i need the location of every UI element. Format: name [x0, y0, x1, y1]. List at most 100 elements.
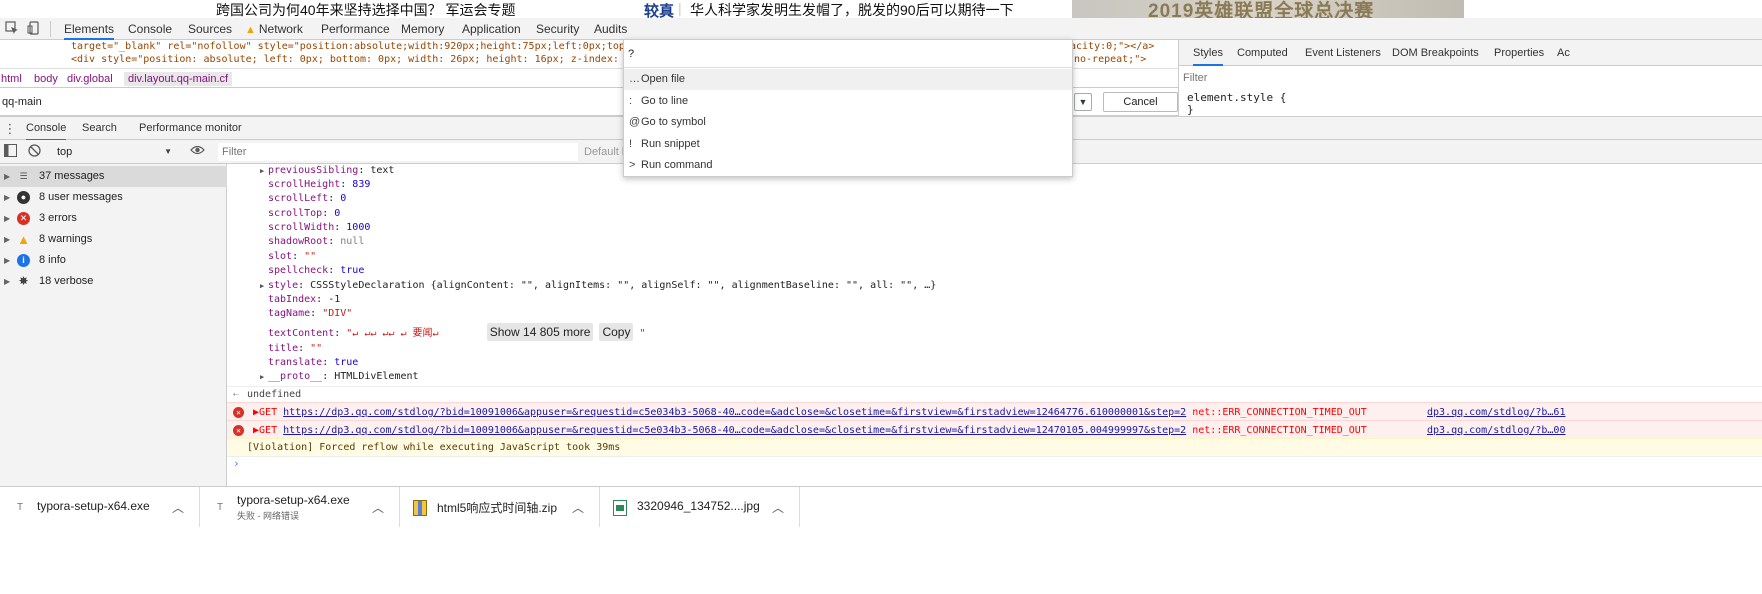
expand-arrow-icon: ▶	[4, 193, 11, 202]
warning-icon: ▲	[245, 24, 256, 36]
breadcrumb-html[interactable]: html	[1, 72, 22, 86]
styles-tabs: Styles Computed Event Listeners DOM Brea…	[1179, 40, 1762, 66]
error-url-link[interactable]: https://dp3.qq.com/stdlog/?bid=10091006&…	[283, 407, 1186, 418]
log-levels-dropdown[interactable]: Default l	[584, 143, 624, 161]
tab-sources[interactable]: Sources	[188, 18, 232, 40]
expand-arrow-icon: ▶	[4, 172, 11, 181]
sidebar-toggle-icon[interactable]	[2, 144, 18, 160]
search-input[interactable]	[0, 94, 650, 110]
tab-security[interactable]: Security	[536, 18, 579, 40]
sidebar-item-label: 3 errors	[39, 212, 77, 224]
sidebar-item-info[interactable]: ▶ i 8 info	[0, 250, 227, 271]
context-selector[interactable]: top ▼	[50, 143, 176, 161]
tab-accessibility[interactable]: Ac	[1557, 40, 1570, 66]
command-go-to-symbol[interactable]: @ Go to symbol	[624, 112, 1072, 133]
console-filter-input[interactable]	[218, 143, 578, 161]
tab-properties[interactable]: Properties	[1494, 40, 1544, 66]
sidebar-item-errors[interactable]: ▶ ✕ 3 errors	[0, 208, 227, 229]
chevron-up-icon[interactable]: ︿	[172, 499, 184, 516]
headline-link-1[interactable]: 跨国公司为何40年来坚持选择中国？ 军运会专题	[216, 0, 515, 18]
download-item[interactable]: T typora-setup-x64.exe ︿	[0, 487, 200, 528]
console-sidebar: ▶ ☰ 37 messages ▶ ● 8 user messages ▶ ✕ …	[0, 164, 227, 486]
error-status: net::ERR_CONNECTION_TIMED_OUT	[1192, 407, 1367, 418]
expand-arrow-icon: ▶	[260, 373, 265, 381]
tab-dom-breakpoints[interactable]: DOM Breakpoints	[1392, 40, 1479, 66]
console-prompt[interactable]: ›	[227, 456, 1762, 472]
element-style-rule[interactable]: element.style { }	[1187, 92, 1286, 116]
dom-line-1[interactable]: target="_blank" rel="nofollow" style="po…	[71, 40, 637, 54]
tab-computed[interactable]: Computed	[1237, 40, 1288, 66]
tab-network[interactable]: ▲ Network	[245, 18, 303, 40]
download-filename: 3320946_134752....jpg	[637, 499, 760, 513]
command-open-file[interactable]: … Open file	[624, 69, 1072, 90]
breadcrumb-div-main[interactable]: div.layout.qq-main.cf	[124, 72, 233, 86]
tab-memory[interactable]: Memory	[401, 18, 444, 40]
chevron-up-icon[interactable]: ︿	[772, 499, 784, 516]
prop-scroll-height: scrollHeight: 839	[268, 179, 371, 190]
console-error-row: ✕ ▶GET https://dp3.qq.com/stdlog/?bid=10…	[227, 402, 1762, 422]
error-icon: ✕	[233, 425, 244, 436]
command-prefix: @	[629, 116, 641, 128]
prop-tab-index: tabIndex: -1	[268, 294, 341, 305]
drawer-tab-console[interactable]: Console	[26, 117, 67, 141]
tab-elements[interactable]: Elements	[64, 18, 115, 40]
download-item[interactable]: html5响应式时间轴.zip ︿	[400, 487, 600, 528]
command-run-command[interactable]: > Run command	[624, 155, 1072, 176]
show-more-button[interactable]: Show 14 805 more	[486, 323, 594, 341]
prop-title: title: ""	[268, 343, 323, 354]
tab-audits[interactable]: Audits	[594, 18, 627, 40]
tab-application[interactable]: Application	[462, 18, 521, 40]
console-error-row: ✕ ▶GET https://dp3.qq.com/stdlog/?bid=10…	[227, 420, 1762, 440]
drawer-tab-search[interactable]: Search	[82, 117, 117, 141]
prop-proto[interactable]: ▶ __proto__: HTMLDivElement	[260, 370, 419, 384]
breadcrumb-div-global[interactable]: div.global	[67, 72, 113, 86]
command-label: Go to line	[641, 95, 689, 107]
styles-filter-input[interactable]	[1183, 70, 1743, 86]
sidebar-item-label: 18 verbose	[39, 275, 94, 287]
search-options-dropdown[interactable]: ▼	[1074, 93, 1092, 111]
clear-console-icon[interactable]	[26, 144, 42, 160]
tab-styles[interactable]: Styles	[1193, 40, 1223, 66]
command-run-snippet[interactable]: ! Run snippet	[624, 134, 1072, 155]
download-item[interactable]: 3320946_134752....jpg ︿	[600, 487, 800, 528]
eye-icon[interactable]	[189, 144, 205, 160]
sidebar-item-messages[interactable]: ▶ ☰ 37 messages	[0, 166, 227, 187]
sidebar-item-label: 8 info	[39, 254, 66, 266]
cancel-button[interactable]: Cancel	[1103, 92, 1178, 112]
inspect-element-icon[interactable]	[4, 21, 20, 37]
error-url-link[interactable]: https://dp3.qq.com/stdlog/?bid=10091006&…	[283, 425, 1186, 436]
prop-slot: slot: ""	[268, 251, 317, 262]
divider	[624, 67, 1072, 68]
tab-event-listeners[interactable]: Event Listeners	[1305, 40, 1381, 66]
prompt-caret-icon: ›	[233, 457, 240, 470]
headline-divider: |	[678, 0, 682, 16]
sidebar-item-label: 37 messages	[39, 170, 105, 182]
download-item[interactable]: T typora-setup-x64.exe 失败 - 网络错误 ︿	[200, 487, 400, 528]
error-icon: ✕	[17, 212, 30, 225]
sidebar-item-warnings[interactable]: ▶ ▲ 8 warnings	[0, 229, 227, 250]
command-menu-input[interactable]	[628, 46, 1068, 62]
console-messages: ▶ previousSibling: text scrollHeight: 839…	[227, 164, 1762, 486]
drawer-tab-performance-monitor[interactable]: Performance monitor	[139, 117, 242, 141]
tab-console[interactable]: Console	[128, 18, 172, 40]
tab-performance[interactable]: Performance	[321, 18, 390, 40]
prop-tag-name: tagName: "DIV"	[268, 308, 353, 319]
copy-button[interactable]: Copy	[599, 323, 634, 341]
dom-line-2[interactable]: <div style="position: absolute; left: 0p…	[71, 53, 637, 67]
chevron-up-icon[interactable]: ︿	[572, 499, 584, 516]
sidebar-item-user-messages[interactable]: ▶ ● 8 user messages	[0, 187, 227, 208]
dom-line-1-tail: acity:0;"></a>	[1070, 41, 1155, 52]
headline-link-2[interactable]: 华人科学家发明生发帽了，脱发的90后可以期待一下	[690, 0, 1014, 18]
breadcrumb-body[interactable]: body	[34, 72, 58, 86]
command-go-to-line[interactable]: : Go to line	[624, 91, 1072, 112]
ad-banner[interactable]: 2019英雄联盟全球总决赛	[1072, 0, 1464, 18]
device-toolbar-icon[interactable]	[26, 21, 42, 37]
command-prefix: >	[629, 159, 636, 171]
error-status: net::ERR_CONNECTION_TIMED_OUT	[1192, 425, 1367, 436]
prop-previous-sibling[interactable]: ▶ previousSibling: text	[260, 164, 394, 178]
expand-arrow-icon: ▶	[4, 214, 11, 223]
sidebar-item-verbose[interactable]: ▶ ✸ 18 verbose	[0, 271, 227, 292]
prop-style[interactable]: ▶ style: CSSStyleDeclaration {alignConten…	[260, 279, 936, 293]
drawer-menu-icon[interactable]: ⋮	[2, 121, 18, 137]
chevron-up-icon[interactable]: ︿	[372, 499, 384, 516]
